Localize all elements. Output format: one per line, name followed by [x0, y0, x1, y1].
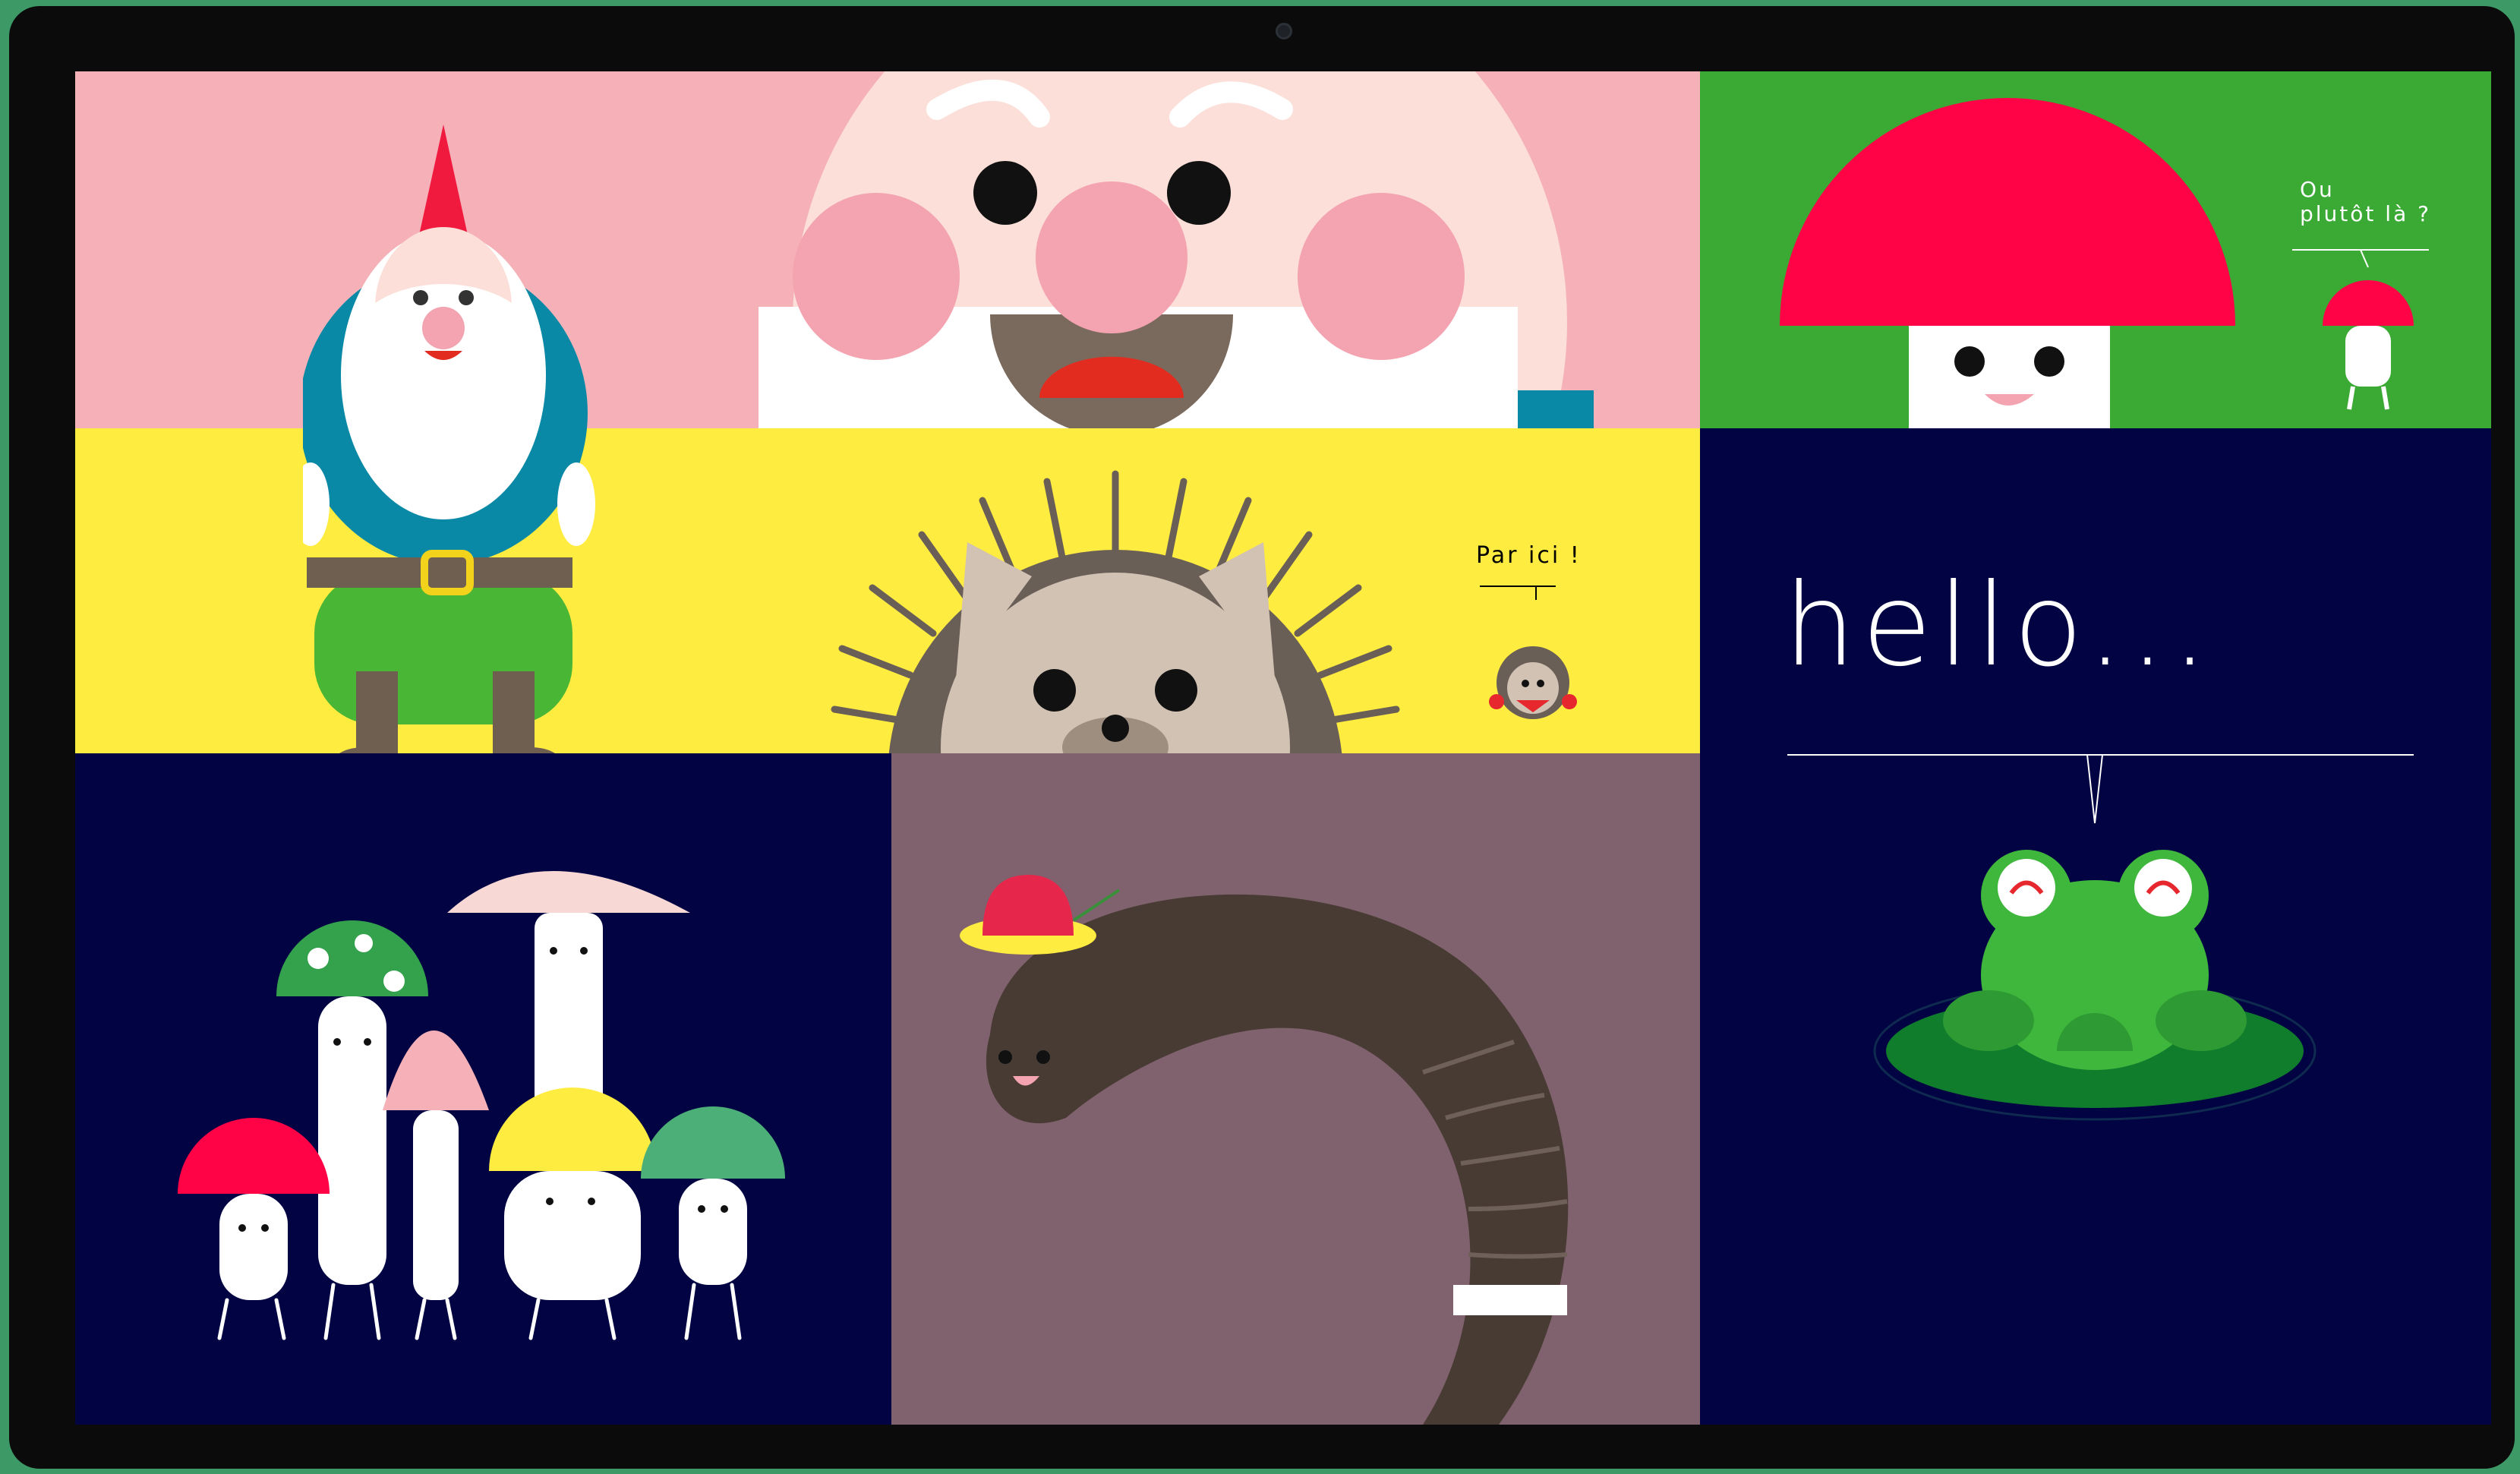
frog-tile[interactable]: hello... [1700, 428, 2491, 1425]
front-camera [1276, 23, 1292, 39]
mushroom-family-illustration [178, 871, 785, 1340]
mushroom-speech-text: Ou plutôt là ? [2300, 177, 2431, 226]
gnome-character [303, 125, 595, 778]
frog-illustration [1787, 754, 2414, 1121]
mushroom-illustration [1780, 98, 2429, 428]
hedgehog-speech-text: Par ici ! [1476, 542, 1582, 569]
worm-tile[interactable] [891, 753, 1700, 1425]
tablet-frame: Par ici ! Ou plutôt là ? hello... [9, 6, 2515, 1469]
app-screen: Par ici ! Ou plutôt là ? hello... [75, 71, 2491, 1425]
worm-illustration [960, 875, 1569, 1425]
mushroom-family-tile[interactable] [75, 753, 891, 1425]
mushroom-tile[interactable]: Ou plutôt là ? [1700, 71, 2491, 428]
